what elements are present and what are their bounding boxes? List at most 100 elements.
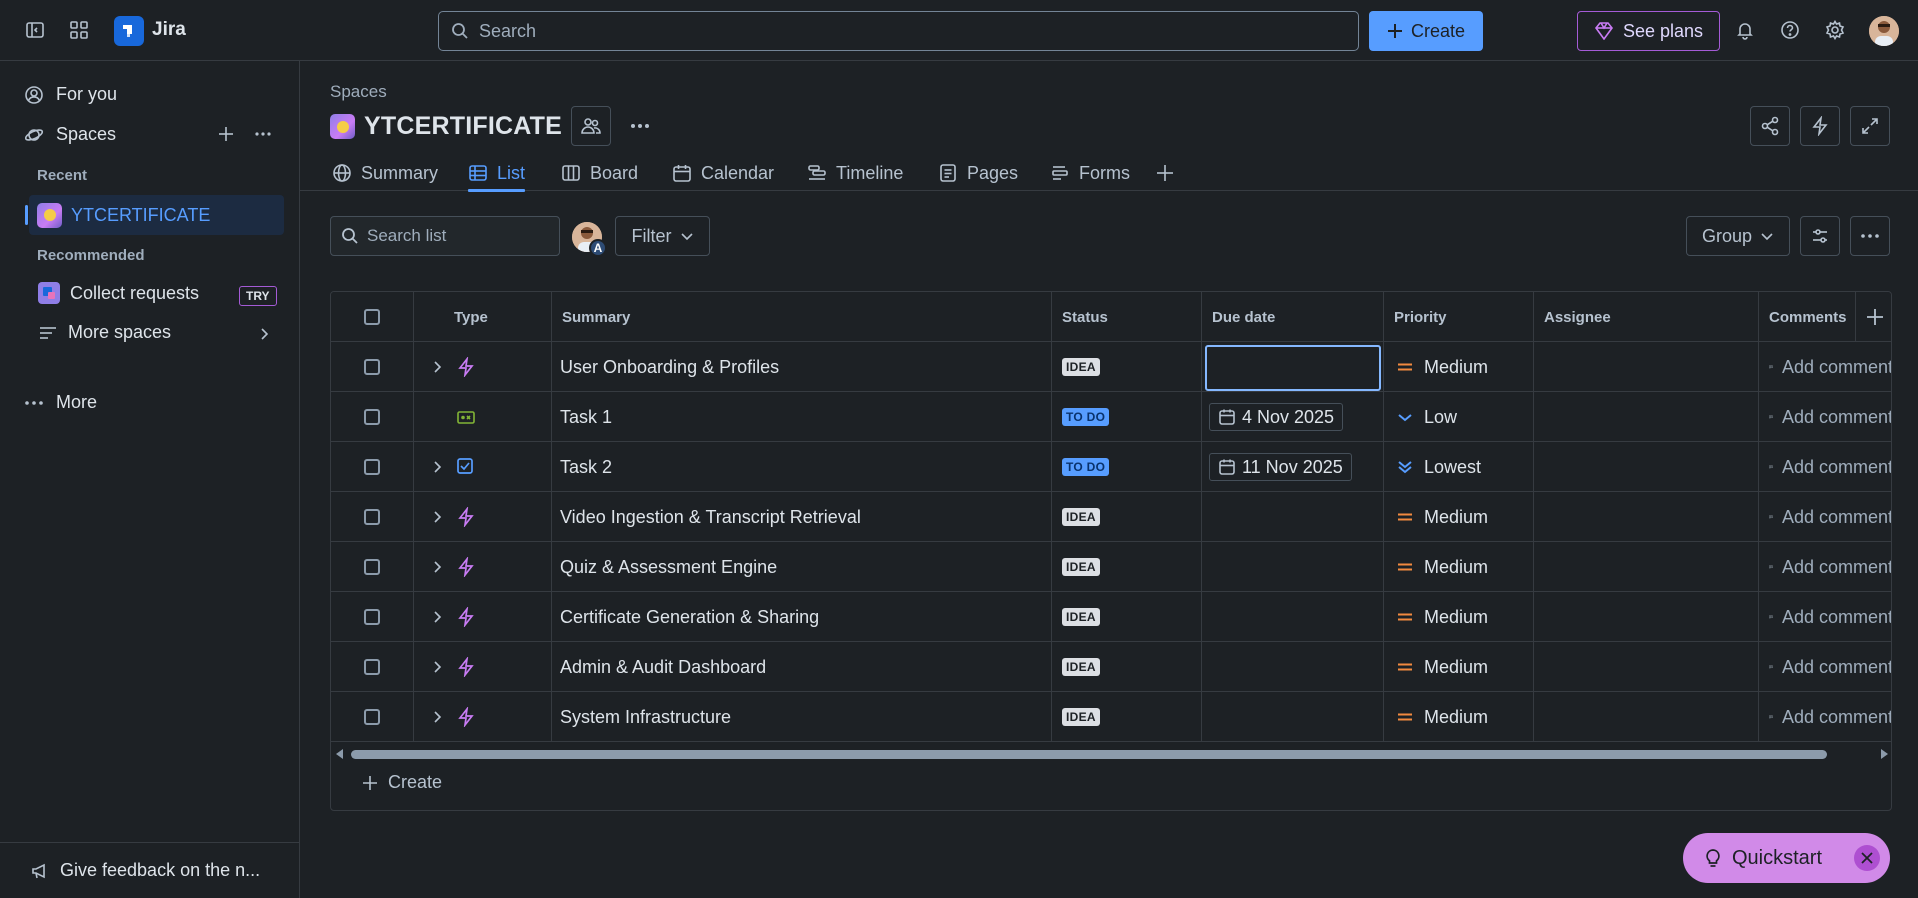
status-cell[interactable]: IDEA <box>1052 342 1202 392</box>
tab-calendar[interactable]: Calendar <box>672 155 774 191</box>
sidebar-item-more-spaces[interactable]: More spaces <box>38 322 171 343</box>
add-column-button[interactable] <box>1855 292 1891 342</box>
automation-button[interactable] <box>1800 106 1840 146</box>
table-row[interactable]: Quiz & Assessment Engine IDEA Medium Add co… <box>331 542 1891 592</box>
global-search-input[interactable]: Search <box>438 11 1359 51</box>
row-checkbox[interactable] <box>364 359 380 375</box>
people-button[interactable] <box>571 106 611 146</box>
app-name[interactable]: Jira <box>152 19 186 41</box>
table-row[interactable]: Certificate Generation & Sharing IDEA Medi… <box>331 592 1891 642</box>
priority-cell[interactable]: Lowest <box>1384 442 1534 492</box>
issue-summary[interactable]: Video Ingestion & Transcript Retrieval <box>552 507 861 528</box>
notifications-bell-icon[interactable] <box>1730 15 1760 45</box>
give-feedback-button[interactable]: Give feedback on the n... <box>0 842 300 898</box>
due-date-cell[interactable]: 4 Nov 2025 <box>1202 392 1384 442</box>
table-row[interactable]: Admin & Audit Dashboard IDEA Medium Add com… <box>331 642 1891 692</box>
assignee-filter-avatar[interactable]: A <box>572 222 607 257</box>
due-date-chip[interactable]: 4 Nov 2025 <box>1209 403 1344 431</box>
due-date-cell[interactable] <box>1202 342 1384 392</box>
sidebar-item-ytcertificate[interactable]: YTCERTIFICATE <box>25 195 284 235</box>
group-button[interactable]: Group <box>1686 216 1790 256</box>
due-date-cell[interactable] <box>1202 642 1384 692</box>
table-row[interactable]: Task 2 TO DO 11 Nov 2025 Lowest Add comment <box>331 442 1891 492</box>
column-header-status[interactable]: Status <box>1052 292 1202 342</box>
assignee-cell[interactable] <box>1534 342 1759 392</box>
breadcrumb[interactable]: Spaces <box>330 82 387 102</box>
filter-button[interactable]: Filter <box>615 216 710 256</box>
status-badge[interactable]: IDEA <box>1062 658 1100 676</box>
tab-pages[interactable]: Pages <box>938 155 1018 191</box>
comments-cell[interactable]: Add comment <box>1759 542 1891 592</box>
status-badge[interactable]: TO DO <box>1062 408 1110 426</box>
issue-summary[interactable]: Quiz & Assessment Engine <box>552 557 777 578</box>
table-row[interactable]: System Infrastructure IDEA Medium Add comme… <box>331 692 1891 742</box>
settings-gear-icon[interactable] <box>1820 15 1850 45</box>
issue-summary[interactable]: Task 2 <box>552 457 612 478</box>
scroll-left-icon[interactable] <box>335 749 345 759</box>
due-date-input[interactable] <box>1205 345 1381 391</box>
assignee-cell[interactable] <box>1534 592 1759 642</box>
expand-chevron-icon[interactable] <box>430 360 444 374</box>
sidebar-toggle-icon[interactable] <box>20 15 50 45</box>
issue-summary[interactable]: Task 1 <box>552 407 612 428</box>
sidebar-item-more[interactable]: More <box>24 392 97 413</box>
share-button[interactable] <box>1750 106 1790 146</box>
spaces-more-icon[interactable] <box>254 125 272 143</box>
row-checkbox[interactable] <box>364 409 380 425</box>
status-cell[interactable]: IDEA <box>1052 592 1202 642</box>
expand-chevron-icon[interactable] <box>430 510 444 524</box>
scrollbar-thumb[interactable] <box>351 750 1827 759</box>
priority-cell[interactable]: Medium <box>1384 592 1534 642</box>
assignee-cell[interactable] <box>1534 542 1759 592</box>
view-settings-button[interactable] <box>1800 216 1840 256</box>
issue-summary[interactable]: System Infrastructure <box>552 707 731 728</box>
search-list-input[interactable]: Search list <box>330 216 560 256</box>
assignee-cell[interactable] <box>1534 642 1759 692</box>
due-date-cell[interactable] <box>1202 542 1384 592</box>
expand-chevron-icon[interactable] <box>430 460 444 474</box>
priority-cell[interactable]: Medium <box>1384 342 1534 392</box>
tab-timeline[interactable]: Timeline <box>807 155 903 191</box>
due-date-cell[interactable] <box>1202 592 1384 642</box>
due-date-cell[interactable] <box>1202 492 1384 542</box>
tab-board[interactable]: Board <box>561 155 638 191</box>
sidebar-item-collect-requests[interactable]: Collect requests <box>38 282 199 304</box>
comments-cell[interactable]: Add comment <box>1759 592 1891 642</box>
priority-cell[interactable]: Medium <box>1384 492 1534 542</box>
table-row[interactable]: Task 1 TO DO 4 Nov 2025 Low Add comment <box>331 392 1891 442</box>
summary-cell[interactable]: Admin & Audit Dashboard <box>552 642 1052 692</box>
issue-summary[interactable]: Certificate Generation & Sharing <box>552 607 819 628</box>
status-badge[interactable]: IDEA <box>1062 508 1100 526</box>
assignee-cell[interactable] <box>1534 442 1759 492</box>
row-checkbox[interactable] <box>364 659 380 675</box>
issue-summary[interactable]: Admin & Audit Dashboard <box>552 657 766 678</box>
priority-cell[interactable]: Medium <box>1384 542 1534 592</box>
fullscreen-button[interactable] <box>1850 106 1890 146</box>
row-checkbox[interactable] <box>364 509 380 525</box>
column-header-comments[interactable]: Comments <box>1759 292 1855 342</box>
column-header-assignee[interactable]: Assignee <box>1534 292 1759 342</box>
status-badge[interactable]: IDEA <box>1062 358 1100 376</box>
user-avatar[interactable] <box>1869 16 1899 46</box>
column-header-type[interactable]: Type <box>414 292 552 342</box>
table-row[interactable]: User Onboarding & Profiles IDEA Medium Add … <box>331 342 1891 392</box>
summary-cell[interactable]: Task 2 <box>552 442 1052 492</box>
status-badge[interactable]: IDEA <box>1062 558 1100 576</box>
horizontal-scrollbar[interactable] <box>331 746 1891 762</box>
tab-list[interactable]: List <box>468 155 526 192</box>
page-title[interactable]: YTCERTIFICATE <box>364 112 562 141</box>
add-comment-link[interactable]: Add comment <box>1782 557 1891 578</box>
tab-summary[interactable]: Summary <box>332 155 438 191</box>
sidebar-item-spaces[interactable]: Spaces <box>24 124 116 145</box>
add-comment-link[interactable]: Add comment <box>1782 657 1891 678</box>
expand-chevron-icon[interactable] <box>430 660 444 674</box>
comments-cell[interactable]: Add comment <box>1759 442 1891 492</box>
column-header-due-date[interactable]: Due date <box>1202 292 1384 342</box>
create-button[interactable]: Create <box>1369 11 1483 51</box>
summary-cell[interactable]: User Onboarding & Profiles <box>552 342 1052 392</box>
comments-cell[interactable]: Add comment <box>1759 692 1891 742</box>
assignee-cell[interactable] <box>1534 492 1759 542</box>
status-badge[interactable]: IDEA <box>1062 608 1100 626</box>
comments-cell[interactable]: Add comment <box>1759 392 1891 442</box>
tab-forms[interactable]: Forms <box>1050 155 1130 191</box>
